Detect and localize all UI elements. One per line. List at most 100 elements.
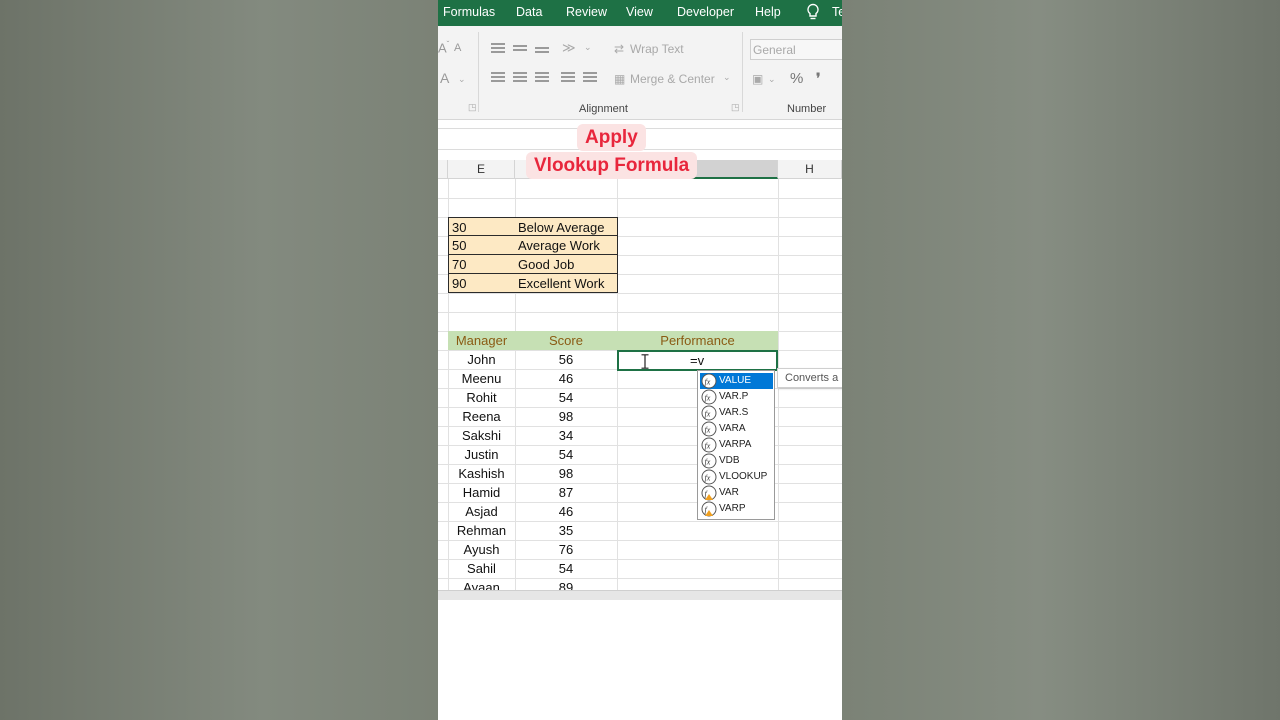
- score-cell[interactable]: 56: [515, 350, 617, 369]
- gridline: [438, 198, 842, 199]
- function-autocomplete-list[interactable]: fx VALUE fx VAR.P fx VAR.S fx VARA fx VA…: [697, 370, 775, 520]
- autocomplete-item-value[interactable]: fx VALUE: [700, 373, 773, 389]
- manager-cell[interactable]: Sakshi: [448, 426, 515, 445]
- autocomplete-item-vara[interactable]: fx VARA: [700, 421, 773, 437]
- svg-text:fx: fx: [705, 474, 711, 483]
- right-blurred-background: [842, 0, 1280, 720]
- lookup-label-cell[interactable]: Average Work: [515, 236, 618, 255]
- score-cell[interactable]: 98: [515, 407, 617, 426]
- lookup-label-cell[interactable]: Excellent Work: [515, 274, 618, 293]
- accounting-format-icon[interactable]: ▣: [752, 72, 763, 86]
- score-cell[interactable]: 46: [515, 502, 617, 521]
- performance-header-cell[interactable]: Performance: [617, 331, 778, 350]
- manager-cell[interactable]: Reena: [448, 407, 515, 426]
- column-header-h[interactable]: H: [778, 160, 842, 179]
- number-format-value: General: [753, 43, 796, 57]
- merge-center-button[interactable]: Merge & Center: [630, 72, 715, 86]
- number-format-select[interactable]: General: [750, 39, 842, 60]
- increase-indent-icon[interactable]: [583, 72, 597, 83]
- lookup-score-cell[interactable]: 30: [448, 217, 516, 236]
- svg-text:fx: fx: [705, 458, 711, 467]
- manager-cell[interactable]: Rehman: [448, 521, 515, 540]
- manager-cell[interactable]: Justin: [448, 445, 515, 464]
- orientation-icon[interactable]: ≫: [562, 40, 576, 56]
- ribbon-separator: [742, 32, 743, 112]
- autocomplete-item-var-p[interactable]: fx VAR.P: [700, 389, 773, 405]
- function-icon: fx: [701, 405, 717, 421]
- svg-text:fx: fx: [705, 426, 711, 435]
- font-size-down-icon[interactable]: A: [454, 42, 461, 54]
- chevron-down-icon[interactable]: ⌄: [768, 74, 776, 85]
- chevron-down-icon[interactable]: ⌄: [584, 42, 592, 53]
- function-icon: fx: [701, 469, 717, 485]
- manager-cell[interactable]: Hamid: [448, 483, 515, 502]
- score-cell[interactable]: 54: [515, 559, 617, 578]
- score-cell[interactable]: 54: [515, 388, 617, 407]
- score-cell[interactable]: 98: [515, 464, 617, 483]
- function-icon: fx: [701, 453, 717, 469]
- percent-style-button[interactable]: %: [790, 70, 803, 87]
- decrease-font-icon[interactable]: Aˇ: [438, 40, 449, 55]
- autocomplete-item-vdb[interactable]: fx VDB: [700, 453, 773, 469]
- chevron-down-icon[interactable]: ⌄: [723, 72, 731, 83]
- font-color-icon[interactable]: A: [440, 70, 449, 86]
- active-cell-performance[interactable]: =v: [617, 350, 778, 371]
- top-align-icon[interactable]: [491, 43, 505, 54]
- column-header-d[interactable]: [438, 160, 448, 179]
- manager-cell[interactable]: John: [448, 350, 515, 369]
- lookup-score-cell[interactable]: 50: [448, 236, 516, 255]
- autocomplete-item-varp[interactable]: f VARP: [700, 501, 773, 517]
- lookup-score-cell[interactable]: 70: [448, 255, 516, 274]
- merge-center-icon[interactable]: ▦: [614, 72, 625, 86]
- manager-header-cell[interactable]: Manager: [448, 331, 515, 350]
- dialog-launcher-icon[interactable]: ◳: [468, 102, 477, 113]
- tab-formulas[interactable]: Formulas: [443, 5, 495, 19]
- tab-data[interactable]: Data: [516, 5, 542, 19]
- manager-cell[interactable]: Rohit: [448, 388, 515, 407]
- lookup-label-cell[interactable]: Good Job: [515, 255, 618, 274]
- active-cell-input[interactable]: =v: [690, 352, 704, 369]
- wrap-text-button[interactable]: Wrap Text: [630, 42, 684, 56]
- score-cell[interactable]: 35: [515, 521, 617, 540]
- score-cell[interactable]: 76: [515, 540, 617, 559]
- manager-cell[interactable]: Ayush: [448, 540, 515, 559]
- comma-style-button[interactable]: ❜: [816, 70, 821, 87]
- score-cell[interactable]: 87: [515, 483, 617, 502]
- autocomplete-item-varpa[interactable]: fx VARPA: [700, 437, 773, 453]
- tab-tell-me[interactable]: Te: [832, 5, 842, 19]
- autocomplete-item-var[interactable]: f VAR: [700, 485, 773, 501]
- score-cell[interactable]: 34: [515, 426, 617, 445]
- lookup-label-cell[interactable]: Below Average: [515, 217, 618, 236]
- autocomplete-item-var-s[interactable]: fx VAR.S: [700, 405, 773, 421]
- lookup-score-cell[interactable]: 90: [448, 274, 516, 293]
- manager-cell[interactable]: Ayaan: [448, 578, 515, 590]
- manager-cell[interactable]: Asjad: [448, 502, 515, 521]
- dialog-launcher-icon[interactable]: ◳: [731, 102, 740, 113]
- function-icon: fx: [701, 421, 717, 437]
- decrease-indent-icon[interactable]: [561, 72, 575, 83]
- manager-cell[interactable]: Sahil: [448, 559, 515, 578]
- tab-review[interactable]: Review: [566, 5, 607, 19]
- column-header-e[interactable]: E: [448, 160, 515, 179]
- align-left-icon[interactable]: [491, 72, 505, 83]
- align-center-icon[interactable]: [513, 72, 527, 83]
- bottom-align-icon[interactable]: [535, 47, 549, 58]
- score-cell[interactable]: 89: [515, 578, 617, 590]
- lightbulb-icon[interactable]: [806, 3, 820, 22]
- tab-developer[interactable]: Developer: [677, 5, 734, 19]
- chevron-down-icon[interactable]: ⌄: [458, 74, 466, 85]
- caption-line-2: Vlookup Formula: [526, 152, 698, 179]
- wrap-text-icon[interactable]: ⇄: [614, 42, 624, 56]
- score-cell[interactable]: 54: [515, 445, 617, 464]
- compat-function-icon: f: [701, 485, 717, 501]
- middle-align-icon[interactable]: [513, 45, 527, 56]
- align-right-icon[interactable]: [535, 72, 549, 83]
- tab-view[interactable]: View: [626, 5, 653, 19]
- autocomplete-item-vlookup[interactable]: fx VLOOKUP: [700, 469, 773, 485]
- tab-help[interactable]: Help: [755, 5, 781, 19]
- function-icon: fx: [701, 437, 717, 453]
- manager-cell[interactable]: Kashish: [448, 464, 515, 483]
- manager-cell[interactable]: Meenu: [448, 369, 515, 388]
- score-cell[interactable]: 46: [515, 369, 617, 388]
- score-header-cell[interactable]: Score: [515, 331, 617, 350]
